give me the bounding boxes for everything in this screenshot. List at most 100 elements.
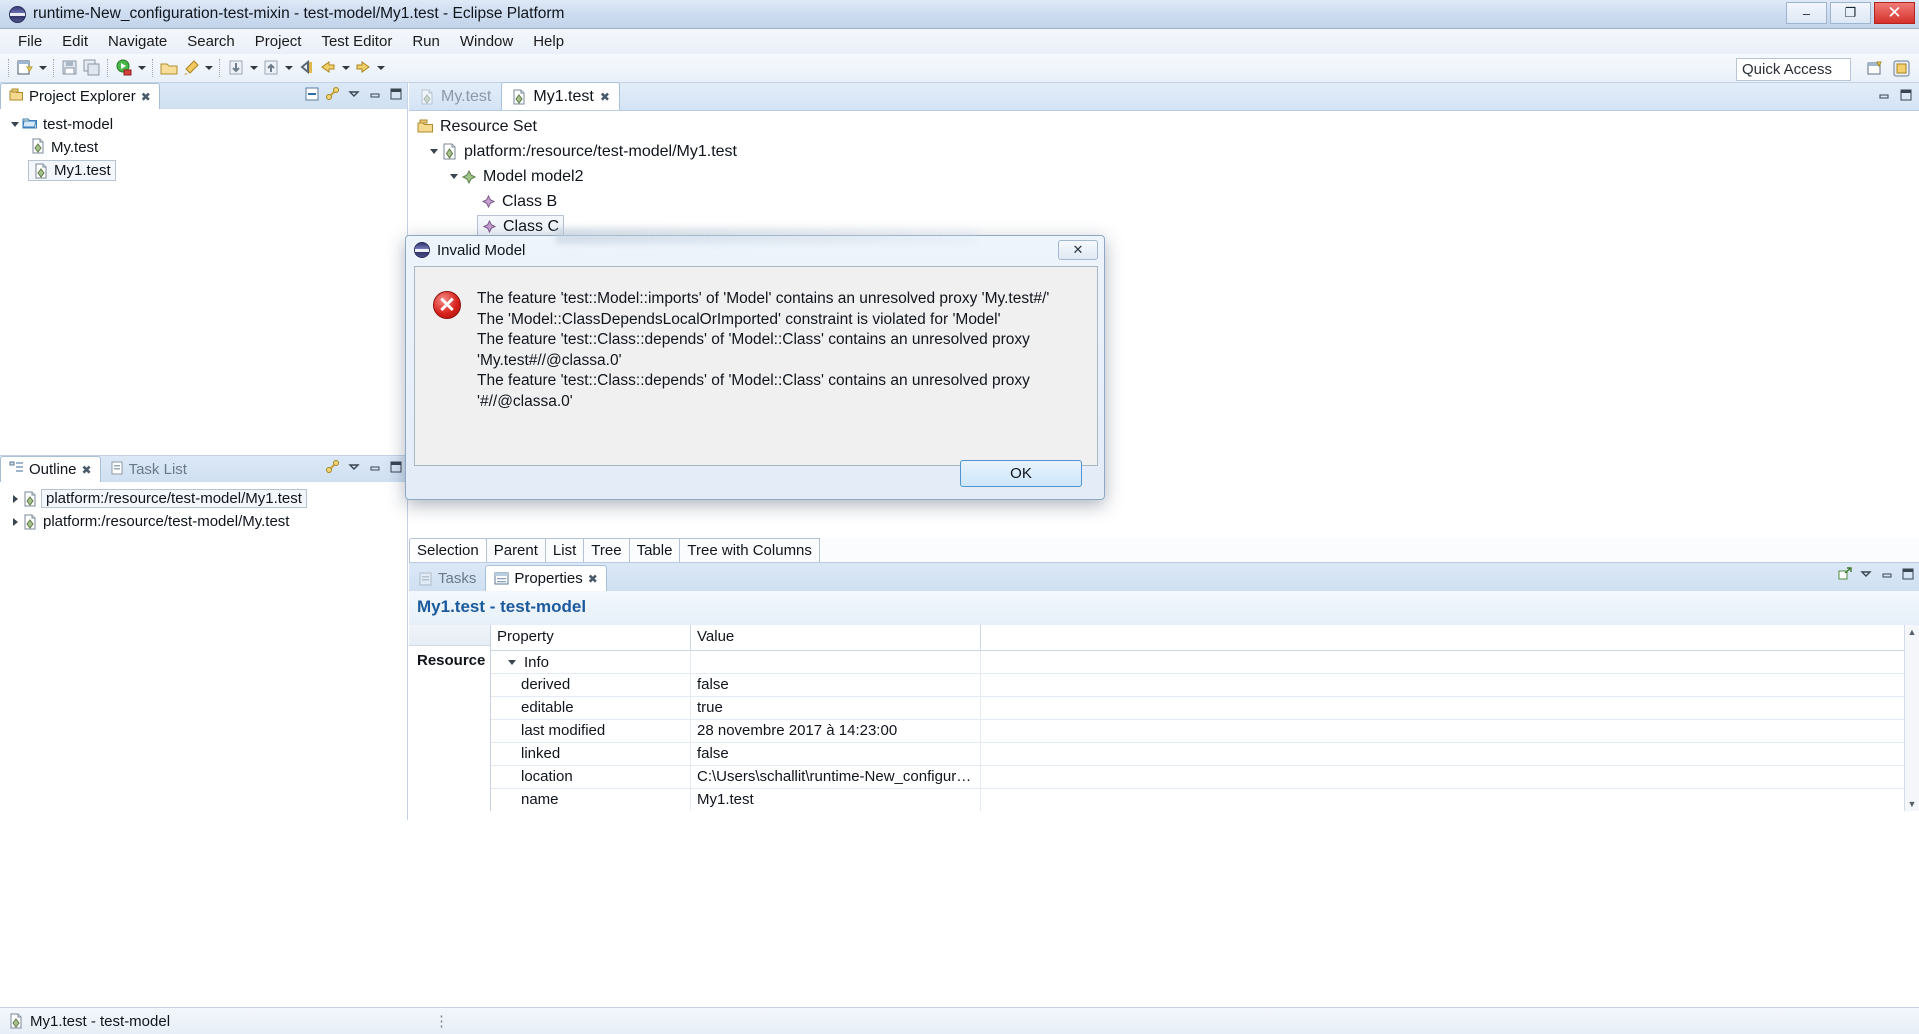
tab-tasks[interactable]: Tasks bbox=[409, 565, 485, 591]
forward-dropdown-arrow[interactable] bbox=[374, 59, 387, 77]
twisty-open-icon[interactable] bbox=[427, 145, 441, 159]
link-with-editor-icon[interactable] bbox=[326, 87, 340, 101]
new-file-icon[interactable] bbox=[15, 58, 35, 78]
minimize-icon[interactable] bbox=[368, 87, 382, 101]
editor-tab-my-test[interactable]: My.test bbox=[409, 82, 501, 110]
twisty-closed-icon[interactable] bbox=[8, 515, 22, 529]
side-tab-resource[interactable]: Resource bbox=[409, 646, 490, 675]
open-perspective-icon[interactable] bbox=[1864, 58, 1886, 80]
editor-tree-item-my1-resource[interactable]: platform:/resource/test-model/My1.test bbox=[409, 139, 1919, 164]
column-header-property[interactable]: Property bbox=[491, 625, 691, 650]
previous-annotation-icon[interactable] bbox=[296, 58, 316, 78]
tab-properties[interactable]: Properties ✖ bbox=[485, 565, 607, 591]
run-icon[interactable] bbox=[114, 58, 134, 78]
run-dropdown-arrow[interactable] bbox=[135, 59, 148, 77]
menu-project[interactable]: Project bbox=[245, 31, 312, 52]
form-tab-parent[interactable]: Parent bbox=[485, 538, 546, 562]
editor-root-resource-set[interactable]: Resource Set bbox=[409, 114, 1919, 139]
view-menu-icon[interactable] bbox=[347, 87, 361, 101]
editor-tree-item-class-b[interactable]: Class B bbox=[409, 189, 1919, 214]
view-menu-icon[interactable] bbox=[347, 460, 361, 474]
editor-tab-my1-test[interactable]: My1.test ✖ bbox=[501, 82, 620, 110]
editor-tree-item-model2[interactable]: Model model2 bbox=[409, 164, 1919, 189]
properties-scrollbar[interactable]: ▲ ▼ bbox=[1904, 625, 1919, 811]
twisty-open-icon[interactable] bbox=[447, 170, 461, 184]
menu-edit[interactable]: Edit bbox=[52, 31, 98, 52]
form-tab-selection[interactable]: Selection bbox=[409, 538, 487, 562]
menu-test-editor[interactable]: Test Editor bbox=[311, 31, 402, 52]
tree-item-my1-test[interactable]: My1.test bbox=[0, 159, 407, 182]
close-icon[interactable]: ✖ bbox=[82, 463, 92, 477]
close-icon[interactable]: ✖ bbox=[588, 572, 598, 586]
menu-run[interactable]: Run bbox=[402, 31, 450, 52]
tab-outline[interactable]: Outline ✖ bbox=[0, 456, 101, 482]
maximize-icon[interactable] bbox=[1899, 88, 1913, 102]
back-dropdown-arrow[interactable] bbox=[339, 59, 352, 77]
tree-item-my-test[interactable]: My.test bbox=[0, 136, 407, 159]
outline-item-my-test[interactable]: platform:/resource/test-model/My.test bbox=[0, 510, 407, 533]
column-header-value[interactable]: Value bbox=[691, 625, 981, 650]
restore-icon[interactable] bbox=[1838, 567, 1852, 581]
tab-task-list[interactable]: Task List bbox=[101, 456, 196, 482]
link-icon[interactable] bbox=[326, 460, 340, 474]
maximize-icon[interactable] bbox=[1901, 567, 1915, 581]
column-header-extra[interactable] bbox=[981, 625, 1919, 650]
form-tab-tree-with-columns[interactable]: Tree with Columns bbox=[679, 538, 820, 562]
upload-icon[interactable] bbox=[261, 58, 281, 78]
table-row[interactable]: editable true bbox=[491, 697, 1919, 720]
minimize-icon[interactable] bbox=[368, 460, 382, 474]
menu-file[interactable]: File bbox=[8, 31, 52, 52]
form-tab-list[interactable]: List bbox=[544, 538, 585, 562]
quick-access-input[interactable]: Quick Access bbox=[1736, 58, 1851, 81]
twisty-closed-icon[interactable] bbox=[8, 492, 22, 506]
form-tab-table[interactable]: Table bbox=[628, 538, 681, 562]
scroll-up-icon[interactable]: ▲ bbox=[1908, 625, 1917, 639]
menu-help[interactable]: Help bbox=[523, 31, 574, 52]
save-icon[interactable] bbox=[60, 58, 80, 78]
table-row[interactable]: location C:\Users\schallit\runtime-New_c… bbox=[491, 766, 1919, 789]
table-row[interactable]: last modified 28 novembre 2017 à 14:23:0… bbox=[491, 720, 1919, 743]
twisty-open-icon[interactable] bbox=[505, 655, 519, 669]
editor-toolbar bbox=[1877, 88, 1913, 102]
forward-icon[interactable] bbox=[353, 58, 373, 78]
tab-project-explorer[interactable]: Project Explorer ✖ bbox=[0, 83, 160, 109]
table-row[interactable]: linked false bbox=[491, 743, 1919, 766]
maximize-icon[interactable] bbox=[389, 460, 403, 474]
minimize-icon[interactable] bbox=[1880, 567, 1894, 581]
menu-search[interactable]: Search bbox=[177, 31, 245, 52]
download-dropdown-arrow[interactable] bbox=[247, 59, 260, 77]
paintbrush-dropdown-arrow[interactable] bbox=[202, 59, 215, 77]
dialog-message-line: The 'Model::ClassDependsLocalOrImported'… bbox=[477, 310, 1001, 328]
form-tab-tree[interactable]: Tree bbox=[583, 538, 630, 562]
twisty-open-icon[interactable] bbox=[8, 118, 22, 132]
maximize-button[interactable]: ❐ bbox=[1830, 2, 1871, 24]
back-icon[interactable] bbox=[318, 58, 338, 78]
open-folder-icon[interactable] bbox=[159, 58, 179, 78]
outline-item-my1-test[interactable]: platform:/resource/test-model/My1.test bbox=[0, 487, 407, 510]
close-icon[interactable]: ✖ bbox=[141, 90, 151, 104]
close-button[interactable]: ✕ bbox=[1874, 2, 1915, 24]
menu-navigate[interactable]: Navigate bbox=[98, 31, 177, 52]
perspective-switcher-icon[interactable] bbox=[1891, 58, 1913, 80]
table-row[interactable]: name My1.test bbox=[491, 789, 1919, 811]
menu-window[interactable]: Window bbox=[450, 31, 523, 52]
table-row[interactable]: derived false bbox=[491, 674, 1919, 697]
ok-button[interactable]: OK bbox=[960, 460, 1082, 487]
view-menu-icon[interactable] bbox=[1859, 567, 1873, 581]
minimize-icon[interactable] bbox=[1877, 88, 1891, 102]
editor-root-label: Resource Set bbox=[440, 117, 537, 135]
new-file-dropdown-arrow[interactable] bbox=[36, 59, 49, 77]
save-all-icon[interactable] bbox=[82, 58, 102, 78]
close-icon[interactable]: ✖ bbox=[600, 90, 610, 104]
maximize-icon[interactable] bbox=[389, 87, 403, 101]
download-icon[interactable] bbox=[226, 58, 246, 78]
minimize-button[interactable]: – bbox=[1786, 2, 1827, 24]
tree-item-test-model[interactable]: test-model bbox=[0, 113, 407, 136]
dialog-close-button[interactable]: ✕ bbox=[1058, 240, 1098, 260]
scroll-down-icon[interactable]: ▼ bbox=[1908, 797, 1917, 811]
upload-dropdown-arrow[interactable] bbox=[282, 59, 295, 77]
collapse-all-icon[interactable] bbox=[305, 87, 319, 101]
table-row[interactable]: Info bbox=[491, 651, 1919, 674]
resize-grip-icon[interactable]: ⋮ bbox=[434, 1012, 449, 1030]
paintbrush-icon[interactable] bbox=[181, 58, 201, 78]
